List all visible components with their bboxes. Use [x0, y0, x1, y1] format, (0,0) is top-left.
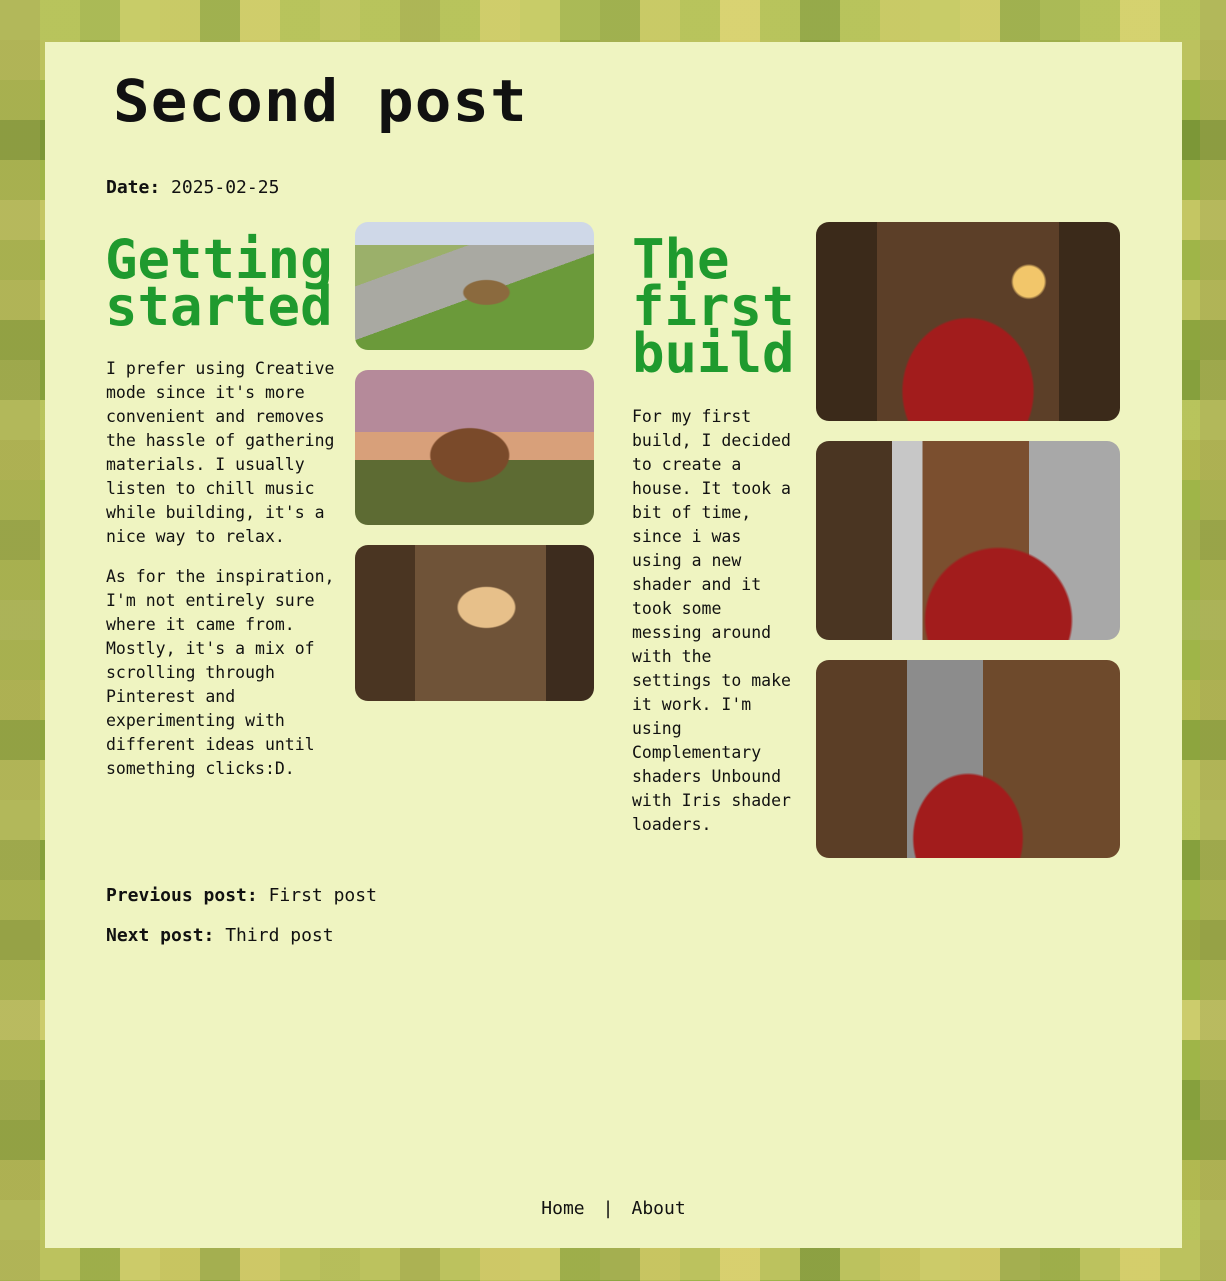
- section-paragraph: As for the inspiration, I'm not entirely…: [106, 567, 335, 778]
- post-date: Date: 2025-02-25: [106, 176, 279, 200]
- footer-home-link[interactable]: Home: [541, 1198, 584, 1219]
- footer-separator: |: [602, 1198, 614, 1219]
- page-title: Second post: [113, 67, 528, 135]
- date-value: 2025-02-25: [171, 177, 280, 198]
- build-screenshot-image: [816, 222, 1120, 421]
- date-label: Date:: [106, 177, 161, 198]
- previous-post-nav: Previous post: First post: [106, 884, 377, 908]
- build-screenshot-image: [355, 545, 594, 701]
- section-paragraph: For my first build, I decided to create …: [632, 407, 791, 834]
- next-post-link[interactable]: Third post: [225, 925, 333, 946]
- footer-about-link[interactable]: About: [632, 1198, 686, 1219]
- build-screenshot-image: [355, 370, 594, 525]
- post-card: Second post Date: 2025-02-25 Getting sta…: [45, 42, 1182, 1248]
- next-post-label: Next post:: [106, 925, 215, 946]
- build-screenshot-image: [355, 222, 594, 350]
- build-screenshot-image: [816, 441, 1120, 640]
- section-heading-getting-started: Getting started: [105, 228, 333, 338]
- footer-nav: Home | About: [45, 1197, 1182, 1221]
- build-screenshot-image: [816, 660, 1120, 858]
- previous-post-link[interactable]: First post: [269, 885, 377, 906]
- previous-post-label: Previous post:: [106, 885, 258, 906]
- section-heading-first-build: The first build: [632, 228, 795, 385]
- section-paragraph: I prefer using Creative mode since it's …: [106, 359, 335, 546]
- next-post-nav: Next post: Third post: [106, 924, 334, 948]
